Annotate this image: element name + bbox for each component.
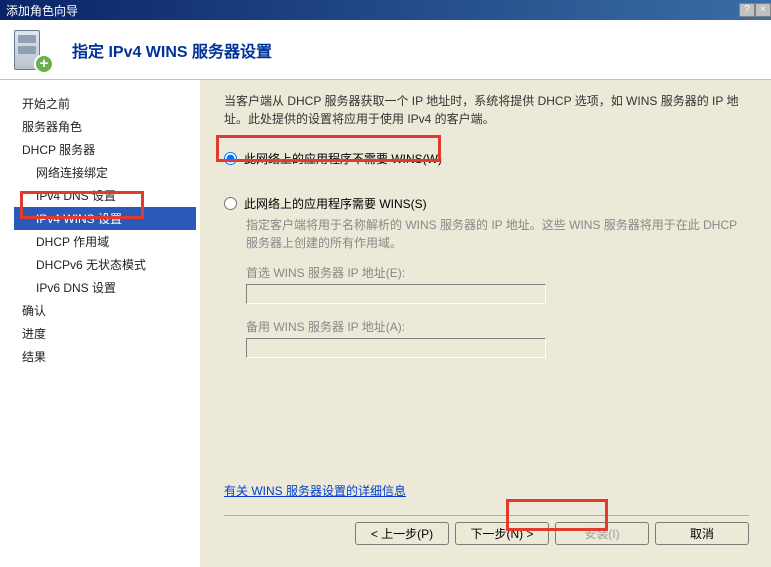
close-button[interactable]: × (755, 3, 771, 17)
sidebar-item-network-binding[interactable]: 网络连接绑定 (14, 161, 196, 184)
radio-wins-required-label: 此网络上的应用程序需要 WINS(S) (244, 195, 427, 212)
header: + 指定 IPv4 WINS 服务器设置 (0, 20, 771, 80)
cancel-button[interactable]: 取消 (655, 522, 749, 545)
alt-wins-input (246, 338, 546, 358)
alt-wins-label: 备用 WINS 服务器 IP 地址(A): (246, 318, 749, 335)
radio-wins-not-required[interactable]: 此网络上的应用程序不需要 WINS(W) (224, 150, 749, 167)
description-text: 当客户端从 DHCP 服务器获取一个 IP 地址时，系统将提供 DHCP 选项，… (224, 92, 749, 128)
alt-wins-block: 备用 WINS 服务器 IP 地址(A): (224, 318, 749, 358)
sidebar: 开始之前 服务器角色 DHCP 服务器 网络连接绑定 IPv4 DNS 设置 I… (0, 80, 200, 567)
wizard-icon: + (12, 28, 52, 72)
sidebar-item-results[interactable]: 结果 (14, 345, 196, 368)
primary-wins-label: 首选 WINS 服务器 IP 地址(E): (246, 264, 749, 281)
sidebar-item-dhcp-scope[interactable]: DHCP 作用域 (14, 230, 196, 253)
titlebar: 添加角色向导 ? × (0, 0, 771, 20)
radio-wins-not-required-label: 此网络上的应用程序不需要 WINS(W) (244, 150, 442, 167)
separator (224, 515, 749, 516)
primary-wins-block: 首选 WINS 服务器 IP 地址(E): (224, 264, 749, 304)
radio-wins-not-required-input[interactable] (224, 152, 237, 165)
button-bar: < 上一步(P) 下一步(N) > 安装(I) 取消 (355, 522, 749, 545)
sidebar-item-dhcp-server[interactable]: DHCP 服务器 (14, 138, 196, 161)
sidebar-item-ipv6-dns[interactable]: IPv6 DNS 设置 (14, 276, 196, 299)
window-title: 添加角色向导 (6, 2, 78, 19)
sidebar-item-ipv4-dns[interactable]: IPv4 DNS 设置 (14, 184, 196, 207)
radio-wins-required-input[interactable] (224, 197, 237, 210)
sidebar-item-confirm[interactable]: 确认 (14, 299, 196, 322)
next-button[interactable]: 下一步(N) > (455, 522, 549, 545)
prev-button[interactable]: < 上一步(P) (355, 522, 449, 545)
plus-icon: + (34, 54, 54, 74)
help-button[interactable]: ? (739, 3, 755, 17)
sidebar-item-server-roles[interactable]: 服务器角色 (14, 115, 196, 138)
primary-wins-input (246, 284, 546, 304)
sidebar-item-before-begin[interactable]: 开始之前 (14, 92, 196, 115)
wins-details-link[interactable]: 有关 WINS 服务器设置的详细信息 (224, 484, 406, 498)
wins-required-desc: 指定客户端将用于名称解析的 WINS 服务器的 IP 地址。这些 WINS 服务… (224, 216, 749, 252)
sidebar-item-progress[interactable]: 进度 (14, 322, 196, 345)
install-button: 安装(I) (555, 522, 649, 545)
radio-wins-required[interactable]: 此网络上的应用程序需要 WINS(S) (224, 195, 749, 212)
page-title: 指定 IPv4 WINS 服务器设置 (72, 38, 272, 62)
sidebar-item-dhcpv6-stateless[interactable]: DHCPv6 无状态模式 (14, 253, 196, 276)
sidebar-item-ipv4-wins[interactable]: IPv4 WINS 设置 (14, 207, 196, 230)
